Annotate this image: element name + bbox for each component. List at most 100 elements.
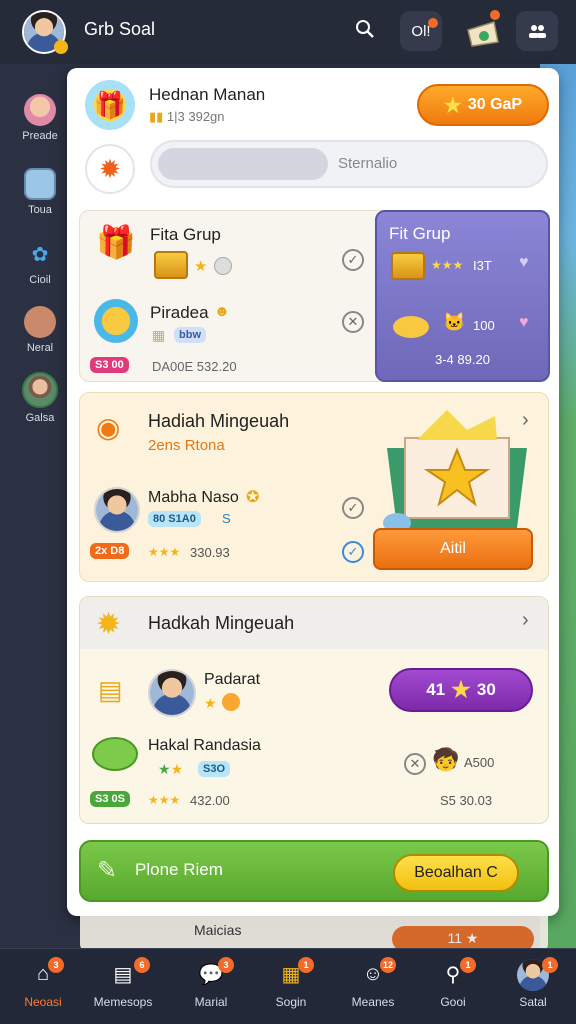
chest-icon	[154, 251, 188, 279]
stars-icon: ★★	[158, 761, 184, 777]
gold-button[interactable]: ★ 30 GaP	[417, 84, 549, 126]
nav-item-home[interactable]: ⌂ Neoasi	[8, 959, 78, 1010]
rail-item-1[interactable]: Toua	[10, 168, 70, 216]
nav-label: Gooi	[440, 995, 466, 1009]
nav-label: Marial	[194, 995, 228, 1009]
search-placeholder: Sternalio	[338, 155, 398, 172]
player-stats-text: 1|3 392gn	[166, 109, 225, 124]
emoji-icon: ☻	[214, 303, 230, 320]
coins-button[interactable]: Ol!	[400, 11, 442, 51]
avatar-icon	[24, 94, 56, 126]
underlying-card: Maicias 11 ★	[80, 916, 548, 952]
footer-text: 330.93	[190, 545, 230, 560]
friend-avatar	[94, 487, 140, 533]
player-stats: ▮▮ 1|3 392gn	[149, 109, 225, 125]
purple-row1-text: I3T	[473, 258, 492, 273]
rail-item-3[interactable]: Neral	[10, 306, 70, 354]
footer-chip: S3 0S	[90, 791, 130, 807]
promo-bar[interactable]: ✎ Plone Riem Beoalhan C	[79, 840, 549, 902]
heart-icon: ♥	[519, 254, 529, 271]
rail-label: Cioil	[29, 274, 51, 286]
purple-row2-text: 100	[473, 318, 495, 333]
ticket-icon: ▤	[98, 675, 123, 705]
rail-item-2[interactable]: ✿ Cioil	[10, 238, 70, 287]
promo-button-label: Beoalhan C	[414, 864, 498, 881]
friend-name: Mabha Naso	[148, 489, 239, 506]
friend-chip-suffix: S	[222, 511, 231, 526]
gold-button-label: 30 GaP	[467, 96, 523, 113]
reward-pill-button[interactable]: 41 ★ 30	[389, 668, 533, 712]
bottom-nav: ⌂ Neoasi 3 ▤ Memesops 6 💬 Marial 3 ▦ Sog…	[0, 948, 576, 1024]
top-bar: Grb Soal Ol!	[0, 0, 576, 64]
nav-badge: 1	[298, 957, 314, 973]
nav-label: Neoasi	[24, 995, 62, 1009]
nav-item-games[interactable]: ☺ Meanes	[338, 959, 408, 1010]
section-header: ✹ Hadkah Mingeuah ›	[80, 597, 548, 649]
pen-icon: ✎	[97, 857, 118, 884]
footer-chip: 2x D8	[90, 543, 130, 559]
cookie-icon	[24, 306, 56, 338]
gear-icon: ✿	[31, 243, 49, 266]
sun-icon: ✹	[96, 608, 122, 641]
claim-label: Aitil	[440, 540, 466, 557]
character-icon: 🐱	[443, 312, 466, 332]
row2-check[interactable]: ✕	[342, 311, 364, 333]
promo-button[interactable]: Beoalhan C	[393, 854, 519, 892]
nav-badge: 6	[134, 957, 150, 973]
coins-badge	[428, 18, 438, 28]
purple-footer: 3-4 89.20	[435, 352, 490, 367]
chevron-right-icon[interactable]: ›	[522, 609, 529, 632]
friend-chip: 80 S1A0	[148, 511, 201, 527]
avatar-badge	[54, 40, 68, 54]
coin-icon	[222, 693, 240, 711]
character-icon: 🧒	[432, 747, 460, 772]
group-title: Fita Grup	[150, 225, 221, 244]
row2-side: A500	[464, 755, 495, 770]
nav-label: Sogin	[275, 995, 307, 1009]
nav-label: Meanes	[351, 995, 395, 1009]
nav-badge: 3	[48, 957, 64, 973]
coin-icon: ▮▮	[149, 109, 167, 124]
stars-icon: ★★★	[148, 545, 181, 559]
rail-label: Neral	[26, 342, 54, 354]
clock-icon	[214, 257, 232, 275]
gift-box-icon: 🎁	[85, 80, 135, 130]
friend-check[interactable]: ✓	[342, 497, 364, 519]
main-panel: 🎁 Hednan Manan ▮▮ 1|3 392gn ★ 30 GaP ✹ S…	[67, 68, 559, 916]
nav-badge: 1	[460, 957, 476, 973]
nav-item-chat[interactable]: 💬 Marial	[176, 959, 246, 1010]
footer-chip: S3 00	[90, 357, 129, 373]
claim-button[interactable]: Aitil	[373, 528, 533, 570]
people-icon	[529, 25, 546, 38]
star-icon: ★	[204, 695, 217, 711]
rail-label: Galsa	[25, 412, 55, 424]
purple-group-card[interactable]: Fit Grup ★★★ I3T ♥ 🐱 100 ♥ 3-4 89.20	[375, 210, 550, 382]
treasure-icon	[393, 316, 429, 338]
nav-item-map[interactable]: ⚲ Gooi	[418, 959, 488, 1010]
confirm-check[interactable]: ✓	[342, 541, 364, 563]
stars-icon: ★★★	[431, 258, 464, 272]
chest-icon	[391, 252, 425, 280]
row2-chip: S3O	[198, 761, 231, 777]
purple-card-title: Fit Grup	[389, 224, 451, 243]
pill-left: 41	[426, 680, 446, 699]
promo-label: Plone Riem	[135, 860, 223, 879]
board-icon	[24, 168, 56, 200]
nav-item-shop[interactable]: ▦ Sogin	[256, 959, 326, 1010]
footer-text: DA00E 532.20	[152, 359, 237, 374]
rail-label: Preade	[22, 130, 58, 142]
row1-check[interactable]: ✓	[342, 249, 364, 271]
rail-item-4[interactable]: Galsa	[10, 372, 70, 424]
row2-title: Piradea	[150, 303, 209, 322]
search-bar[interactable]: Sternalio	[150, 140, 548, 188]
search-progress	[158, 148, 328, 180]
profile-icon	[22, 372, 58, 408]
people-button[interactable]	[516, 11, 558, 51]
row2-name: Hakal Randasia	[148, 737, 261, 754]
section3-title: Hadkah Mingeuah	[148, 613, 295, 633]
search-icon[interactable]	[354, 18, 376, 40]
gift-badge	[490, 10, 500, 20]
rail-item-0[interactable]: Preade	[10, 94, 70, 142]
row2-cancel[interactable]: ✕	[404, 753, 426, 775]
nav-badge: 3	[218, 957, 234, 973]
